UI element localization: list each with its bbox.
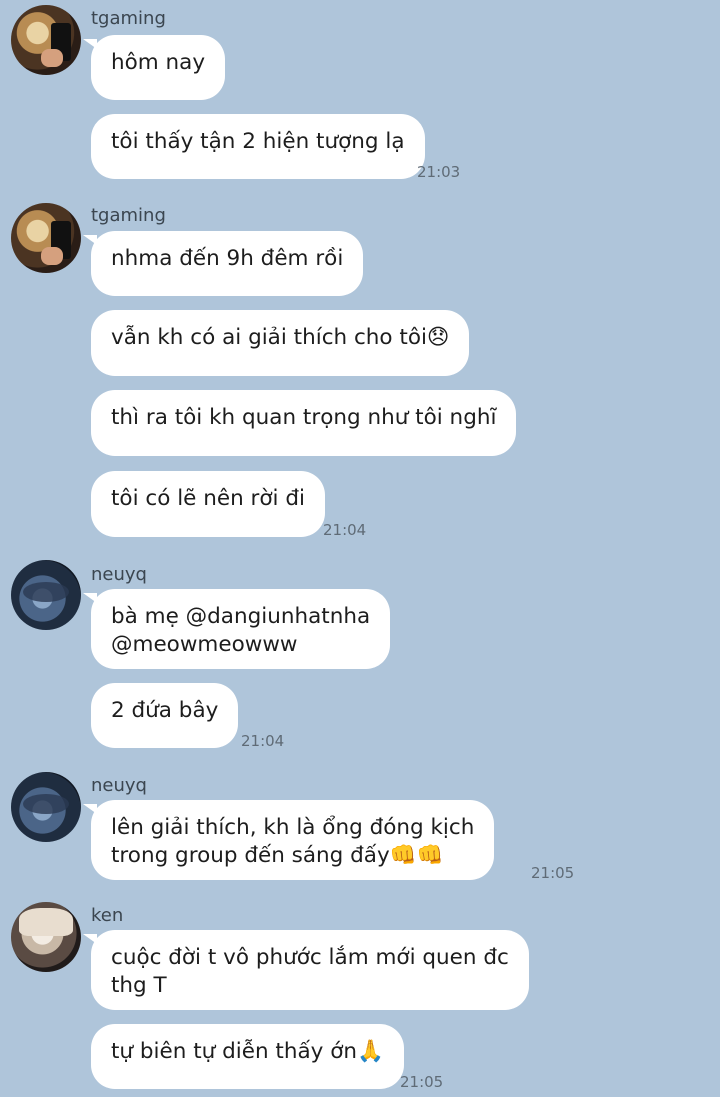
sender-name[interactable]: ken xyxy=(91,905,123,926)
avatar[interactable] xyxy=(11,902,81,972)
message-time: 21:04 xyxy=(241,732,285,750)
message-bubble[interactable]: thì ra tôi kh quan trọng như tôi nghĩ xyxy=(91,390,517,456)
avatar[interactable] xyxy=(11,203,81,273)
message-bubble[interactable]: tôi có lẽ nên rời đi xyxy=(91,471,325,537)
avatar[interactable] xyxy=(11,772,81,842)
message-bubble[interactable]: bà mẹ @dangiunhatnha @meowmeowww xyxy=(82,589,391,669)
message-bubble[interactable]: lên giải thích, kh là ổng đóng kịch tron… xyxy=(82,800,495,880)
sender-name[interactable]: neuyq xyxy=(91,775,147,796)
message-bubble[interactable]: tự biên tự diễn thấy ớn🙏 xyxy=(91,1024,404,1089)
avatar[interactable] xyxy=(11,560,81,630)
message-bubble[interactable]: nhma đến 9h đêm rồi xyxy=(82,231,364,296)
message-bubble[interactable]: 2 đứa bây xyxy=(91,683,239,748)
message-time: 21:05 xyxy=(400,1073,444,1091)
message-time: 21:05 xyxy=(531,864,575,882)
message-bubble[interactable]: cuộc đời t vô phước lắm mới quen đc thg … xyxy=(83,930,529,1010)
sender-name[interactable]: tgaming xyxy=(91,8,166,29)
avatar[interactable] xyxy=(11,5,81,75)
message-bubble[interactable]: tôi thấy tận 2 hiện tượng lạ xyxy=(91,114,425,179)
sender-name[interactable]: neuyq xyxy=(91,564,147,585)
message-time: 21:03 xyxy=(417,163,461,181)
message-bubble[interactable]: vẫn kh có ai giải thích cho tôi😞 xyxy=(91,310,470,376)
sender-name[interactable]: tgaming xyxy=(91,205,166,226)
message-time: 21:04 xyxy=(323,521,367,539)
message-bubble[interactable]: hôm nay xyxy=(82,35,226,100)
